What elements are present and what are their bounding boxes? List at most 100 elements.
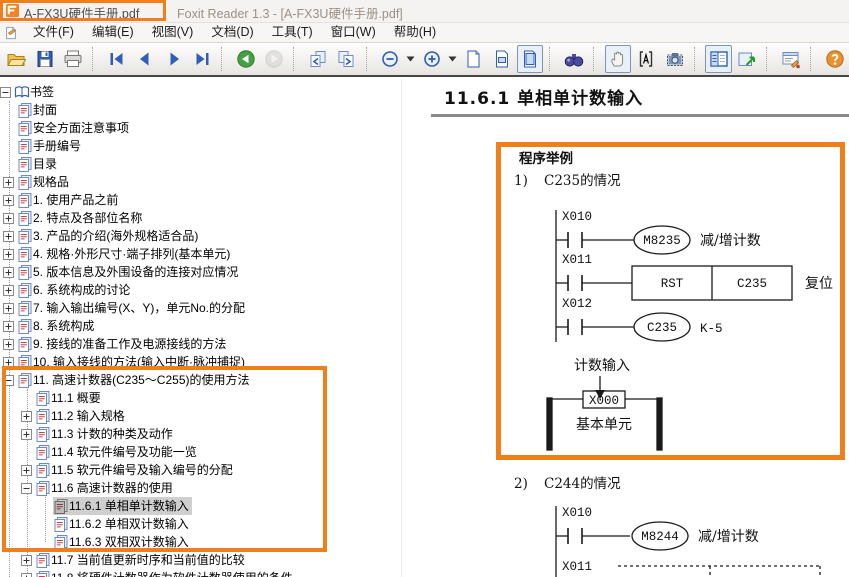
tree-indent — [0, 470, 21, 471]
expander-plus-icon[interactable] — [21, 573, 32, 577]
expander-plus-icon[interactable] — [21, 429, 32, 440]
tree-indent — [0, 434, 21, 435]
bookmark-page-icon — [17, 318, 33, 334]
bookmark-item[interactable]: 安全方面注意事项 — [0, 119, 401, 137]
open-link-button[interactable] — [734, 45, 760, 73]
expander-plus-icon[interactable] — [3, 339, 14, 350]
bookmark-item[interactable]: 封面 — [0, 101, 401, 119]
go-back-button[interactable] — [233, 45, 259, 73]
bookmark-item[interactable]: 11.8 将硬件计数器作为软件计数器使用的条件 — [0, 569, 401, 577]
contact-label: X010 — [562, 506, 592, 520]
bookmark-item[interactable]: 11.5 软元件编号及输入编号的分配 — [0, 461, 401, 479]
expander-plus-icon[interactable] — [3, 285, 14, 296]
bookmark-item[interactable]: 规格品 — [0, 173, 401, 191]
menu-item-4[interactable]: 工具(T) — [263, 23, 322, 42]
hand-tool-button[interactable] — [605, 45, 631, 73]
expander-plus-icon[interactable] — [3, 267, 14, 278]
zoom-in-caret[interactable] — [446, 46, 458, 72]
note-comment-button[interactable] — [778, 45, 804, 73]
bookmark-item[interactable]: 11.7 当前值更新时序和当前值的比较 — [0, 551, 401, 569]
menu-item-2[interactable]: 视图(V) — [143, 23, 203, 42]
expander-minus-icon[interactable] — [3, 375, 14, 386]
bookmark-item[interactable]: 11.1 概要 — [0, 389, 401, 407]
bookmark-item[interactable]: 10. 输入接线的方法(输入中断·脉冲捕捉) — [0, 353, 401, 371]
expander-plus-icon[interactable] — [3, 195, 14, 206]
bookmark-item[interactable]: 11.6.1 单相单计数输入 — [0, 497, 401, 515]
help-button[interactable] — [822, 45, 848, 73]
bookmark-label: 11.3 计数的种类及动作 — [51, 425, 173, 443]
bookmark-label: 11.5 软元件编号及输入编号的分配 — [51, 461, 233, 479]
expander-plus-icon[interactable] — [3, 231, 14, 242]
expander-plus-icon[interactable] — [3, 357, 14, 368]
document-tab[interactable]: A-FX3U硬件手册.pdf — [24, 3, 139, 22]
rung2-note: 复位 — [805, 275, 833, 292]
bookmark-item[interactable]: 3. 产品的介绍(海外规格适合品) — [0, 227, 401, 245]
zoom-out-caret[interactable] — [405, 46, 417, 72]
expander-plus-icon[interactable] — [21, 555, 32, 566]
expander-plus-icon[interactable] — [3, 249, 14, 260]
bookmark-label: 2. 特点及各部位名称 — [33, 209, 142, 227]
bookmark-item[interactable]: 4. 规格·外形尺寸·端子排列(基本单元) — [0, 245, 401, 263]
prev-view-button[interactable] — [305, 45, 331, 73]
fit-page-icon — [520, 49, 540, 69]
hand-tool-icon — [608, 49, 628, 69]
bookmarks-panel-button[interactable] — [705, 45, 731, 73]
next-view-icon — [336, 49, 356, 69]
open-button[interactable] — [3, 45, 29, 73]
next-view-button[interactable] — [333, 45, 359, 73]
menu-item-6[interactable]: 帮助(H) — [385, 23, 445, 42]
menu-item-5[interactable]: 窗口(W) — [322, 23, 385, 42]
last-page-button[interactable] — [189, 45, 215, 73]
first-page-button[interactable] — [104, 45, 130, 73]
bookmark-item[interactable]: 11. 高速计数器(C235～C255)的使用方法 — [0, 371, 401, 389]
bookmark-item[interactable]: 5. 版本信息及外围设备的连接对应情况 — [0, 263, 401, 281]
ladder-diagram-c244: X010 M8244 减/增计数 X011 — [502, 492, 842, 577]
bookmark-item[interactable]: 11.6 高速计数器的使用 — [0, 479, 401, 497]
toolbar-separator — [549, 47, 556, 71]
expander-minus-icon[interactable] — [0, 87, 11, 98]
bookmark-item[interactable]: 11.3 计数的种类及动作 — [0, 425, 401, 443]
bookmark-item[interactable]: 2. 特点及各部位名称 — [0, 209, 401, 227]
bookmark-item[interactable]: 7. 输入输出编号(X、Y)，单元No.的分配 — [0, 299, 401, 317]
bookmark-item[interactable]: 11.4 软元件编号及功能一览 — [0, 443, 401, 461]
go-forward-button[interactable] — [261, 45, 287, 73]
expander-plus-icon[interactable] — [3, 303, 14, 314]
bookmark-label: 11.6.1 单相单计数输入 — [69, 497, 189, 515]
bookmark-item[interactable]: 11.6.3 双相双计数输入 — [0, 533, 401, 551]
fit-page-button[interactable] — [517, 45, 543, 73]
bookmark-item[interactable]: 6. 系统构成的讨论 — [0, 281, 401, 299]
save-button[interactable] — [31, 45, 57, 73]
bookmark-item-root[interactable]: 书签 — [0, 83, 401, 101]
actual-size-button[interactable] — [460, 45, 486, 73]
find-button[interactable] — [561, 45, 587, 73]
bookmark-item[interactable]: 9. 接线的准备工作及电源接线的方法 — [0, 335, 401, 353]
prev-page-button[interactable] — [132, 45, 158, 73]
zoom-in-button[interactable] — [419, 45, 445, 73]
print-button[interactable] — [60, 45, 86, 73]
bookmark-label: 书签 — [30, 83, 54, 101]
bookmark-item[interactable]: 目录 — [0, 155, 401, 173]
bookmark-item[interactable]: 1. 使用产品之前 — [0, 191, 401, 209]
toolbar — [0, 43, 849, 77]
bookmark-page-icon — [17, 228, 33, 244]
bookmark-page-icon — [17, 156, 33, 172]
next-page-button[interactable] — [160, 45, 186, 73]
bookmark-item[interactable]: 手册编号 — [0, 137, 401, 155]
fit-width-button[interactable] — [489, 45, 515, 73]
expander-plus-icon[interactable] — [3, 177, 14, 188]
expander-plus-icon[interactable] — [3, 321, 14, 332]
snapshot-button[interactable] — [662, 45, 688, 73]
menu-item-3[interactable]: 文档(D) — [202, 23, 262, 42]
bookmark-item[interactable]: 11.6.2 单相双计数输入 — [0, 515, 401, 533]
bookmark-item[interactable]: 8. 系统构成 — [0, 317, 401, 335]
expander-plus-icon[interactable] — [21, 465, 32, 476]
select-text-button[interactable] — [633, 45, 659, 73]
expander-plus-icon[interactable] — [21, 411, 32, 422]
expander-minus-icon[interactable] — [21, 483, 32, 494]
zoom-out-button[interactable] — [377, 45, 403, 73]
menu-item-0[interactable]: 文件(F) — [24, 23, 83, 42]
contact-label: X012 — [562, 297, 592, 311]
bookmark-item[interactable]: 11.2 输入规格 — [0, 407, 401, 425]
menu-item-1[interactable]: 编辑(E) — [83, 23, 143, 42]
expander-plus-icon[interactable] — [3, 213, 14, 224]
